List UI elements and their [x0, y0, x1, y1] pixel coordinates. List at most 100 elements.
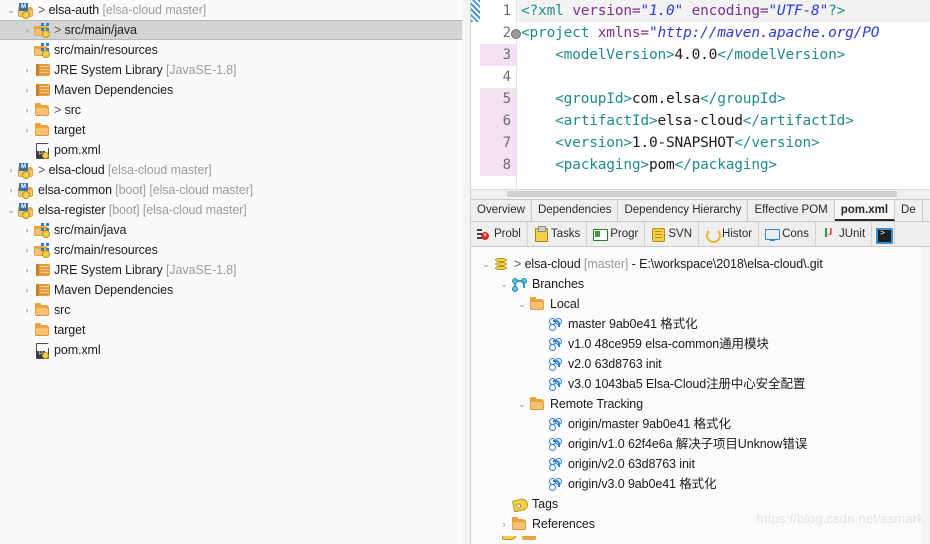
code-line[interactable]: <packaging>pom</packaging> — [517, 154, 930, 176]
git-repositories-panel[interactable]: ⌄ > elsa-cloud [master] - E:\workspace\20… — [471, 247, 930, 544]
code-line[interactable]: <project xmlns="http://maven.apache.org/… — [517, 22, 930, 44]
tree-expander[interactable]: › — [20, 300, 34, 320]
tree-row[interactable]: › src/main/resources — [0, 240, 470, 260]
tree-expander[interactable]: › — [20, 220, 34, 240]
line-number: 8 — [480, 154, 516, 176]
view-tab[interactable]: Cons — [759, 222, 816, 246]
tree-expander[interactable]: ⌄ — [497, 274, 511, 294]
tree-row[interactable]: › Maven Dependencies — [0, 280, 470, 300]
form-tab[interactable]: Dependencies — [531, 200, 619, 221]
git-repositories-tree[interactable]: ⌄ > elsa-cloud [master] - E:\workspace\20… — [471, 254, 930, 534]
code-line[interactable]: <groupId>com.elsa</groupId> — [517, 88, 930, 110]
git-tree-row[interactable]: origin/v2.0 63d8763 init — [471, 454, 930, 474]
git-tree-row[interactable]: v3.0 1043ba5 Elsa-Cloud注册中心安全配置 — [471, 374, 930, 394]
code-line[interactable]: <?xml version="1.0" encoding="UTF-8"?> — [517, 0, 930, 22]
view-tab[interactable] — [872, 222, 896, 246]
form-tab[interactable]: Effective POM — [748, 200, 835, 221]
package-explorer-panel[interactable]: ⌄ M > elsa-auth [elsa-cloud master] › > src/… — [0, 0, 471, 544]
explorer-vertical-scrollbar[interactable] — [462, 0, 470, 544]
partially-visible-row[interactable] — [471, 536, 930, 544]
tree-row[interactable]: › > src — [0, 100, 470, 120]
view-tab[interactable]: JUnit — [816, 222, 873, 246]
code-token: </groupId> — [700, 91, 786, 107]
view-tab[interactable]: Histor — [699, 222, 760, 246]
form-tab[interactable]: Overview — [471, 200, 532, 221]
tree-row[interactable]: src/main/resources — [0, 40, 470, 60]
tree-expander[interactable]: › — [20, 260, 34, 280]
tree-row[interactable]: › target — [0, 120, 470, 140]
junit-icon — [822, 227, 836, 241]
tree-row[interactable]: Ppom.xml — [0, 340, 470, 360]
tree-expander[interactable]: ⌄ — [4, 200, 18, 220]
tree-expander[interactable]: ⌄ — [479, 254, 493, 274]
git-tree-row[interactable]: origin/v1.0 62f4e6a 解决子项目Unknow错误 — [471, 434, 930, 454]
tree-expander[interactable]: › — [20, 100, 34, 120]
tree-row[interactable]: › > src/main/java — [0, 20, 470, 40]
folder-icon — [529, 296, 547, 312]
code-line[interactable]: <version>1.0-SNAPSHOT</version> — [517, 132, 930, 154]
tree-expander[interactable]: › — [4, 160, 18, 180]
editor-hscroll-thumb[interactable] — [507, 191, 897, 197]
tree-row[interactable]: ⌄ M > elsa-auth [elsa-cloud master] — [0, 0, 470, 20]
folder-icon — [511, 516, 529, 532]
tree-expander[interactable]: › — [20, 240, 34, 260]
tree-expander[interactable]: › — [4, 180, 18, 200]
pom-xml-editor[interactable]: 1 23 4 5678 <?xml version="1.0" encoding="U… — [471, 0, 930, 189]
git-tree-row[interactable]: v1.0 48ce959 elsa-common通用模块 — [471, 334, 930, 354]
code-token: </packaging> — [674, 157, 778, 173]
tree-row[interactable]: › Melsa-common [boot] [elsa-cloud master] — [0, 180, 470, 200]
code-line[interactable] — [517, 66, 930, 88]
git-tree-row[interactable]: origin/v3.0 9ab0e41 格式化 — [471, 474, 930, 494]
git-tree-row[interactable]: › References — [471, 514, 930, 534]
bottom-view-tabs[interactable]: ×Probl Tasks Progr SVN Histor Cons JUnit — [471, 222, 930, 247]
view-tab[interactable]: Progr — [587, 222, 646, 246]
git-tree-row[interactable]: ⌄ Remote Tracking — [471, 394, 930, 414]
git-tree-row[interactable]: v2.0 63d8763 init — [471, 354, 930, 374]
tree-expander[interactable]: ⌄ — [515, 294, 529, 314]
tree-expander[interactable]: › — [497, 514, 511, 534]
folder-icon — [34, 122, 51, 138]
git-tree-row-label: Branches — [532, 277, 585, 291]
tree-expander[interactable]: › — [20, 120, 34, 140]
tree-expander[interactable]: › — [20, 60, 34, 80]
tree-row[interactable]: Ppom.xml — [0, 140, 470, 160]
tree-row[interactable]: target — [0, 320, 470, 340]
git-tree-row[interactable]: ⌄ Local — [471, 294, 930, 314]
tree-row[interactable]: › src/main/java — [0, 220, 470, 240]
pom-editor-form-tabs[interactable]: Overview Dependencies Dependency Hierarchy… — [471, 199, 930, 222]
code-line[interactable]: <artifactId>elsa-cloud</artifactId> — [517, 110, 930, 132]
package-explorer-tree[interactable]: ⌄ M > elsa-auth [elsa-cloud master] › > src/… — [0, 0, 470, 360]
tree-expander[interactable]: › — [20, 280, 34, 300]
git-tree-row[interactable]: ⌄ > elsa-cloud [master] - E:\workspace\20… — [471, 254, 930, 274]
form-tab[interactable]: pom.xml — [834, 200, 896, 221]
form-tab[interactable]: De — [895, 200, 923, 221]
code-line[interactable]: <modelVersion>4.0.0</modelVersion> — [517, 44, 930, 66]
maven-project-icon: M — [18, 2, 35, 19]
git-tree-row[interactable]: master 9ab0e41 格式化 — [471, 314, 930, 334]
view-tab[interactable]: SVN — [645, 222, 700, 246]
tree-expander[interactable]: ⌄ — [4, 0, 18, 20]
tree-row[interactable]: › M > elsa-cloud [elsa-cloud master] — [0, 160, 470, 180]
tree-row[interactable]: ⌄ Melsa-register [boot] [elsa-cloud maste… — [0, 200, 470, 220]
tag-icon — [502, 536, 517, 540]
git-tree-row[interactable]: origin/master 9ab0e41 格式化 — [471, 414, 930, 434]
tree-row[interactable]: › JRE System Library [JavaSE-1.8] — [0, 260, 470, 280]
editor-horizontal-scrollbar[interactable] — [471, 189, 930, 199]
tree-expander[interactable]: ⌄ — [515, 394, 529, 414]
tree-row[interactable]: › src — [0, 300, 470, 320]
tree-row[interactable]: › JRE System Library [JavaSE-1.8] — [0, 60, 470, 80]
form-tab[interactable]: Dependency Hierarchy — [618, 200, 749, 221]
tree-expander[interactable]: › — [20, 20, 34, 40]
tree-expander[interactable]: › — [20, 80, 34, 100]
git-tree-row[interactable]: Tags — [471, 494, 930, 514]
tree-row-label: src/main/resources — [54, 243, 158, 257]
git-tree-row[interactable]: ⌄ Branches — [471, 274, 930, 294]
view-tab[interactable]: Tasks — [528, 222, 588, 246]
editor-code-area[interactable]: <?xml version="1.0" encoding="UTF-8"?> <p… — [517, 0, 930, 189]
view-tab[interactable]: × Probl — [471, 222, 528, 246]
tree-row[interactable]: › Maven Dependencies — [0, 80, 470, 100]
git-vertical-scrollbar[interactable] — [922, 247, 930, 544]
